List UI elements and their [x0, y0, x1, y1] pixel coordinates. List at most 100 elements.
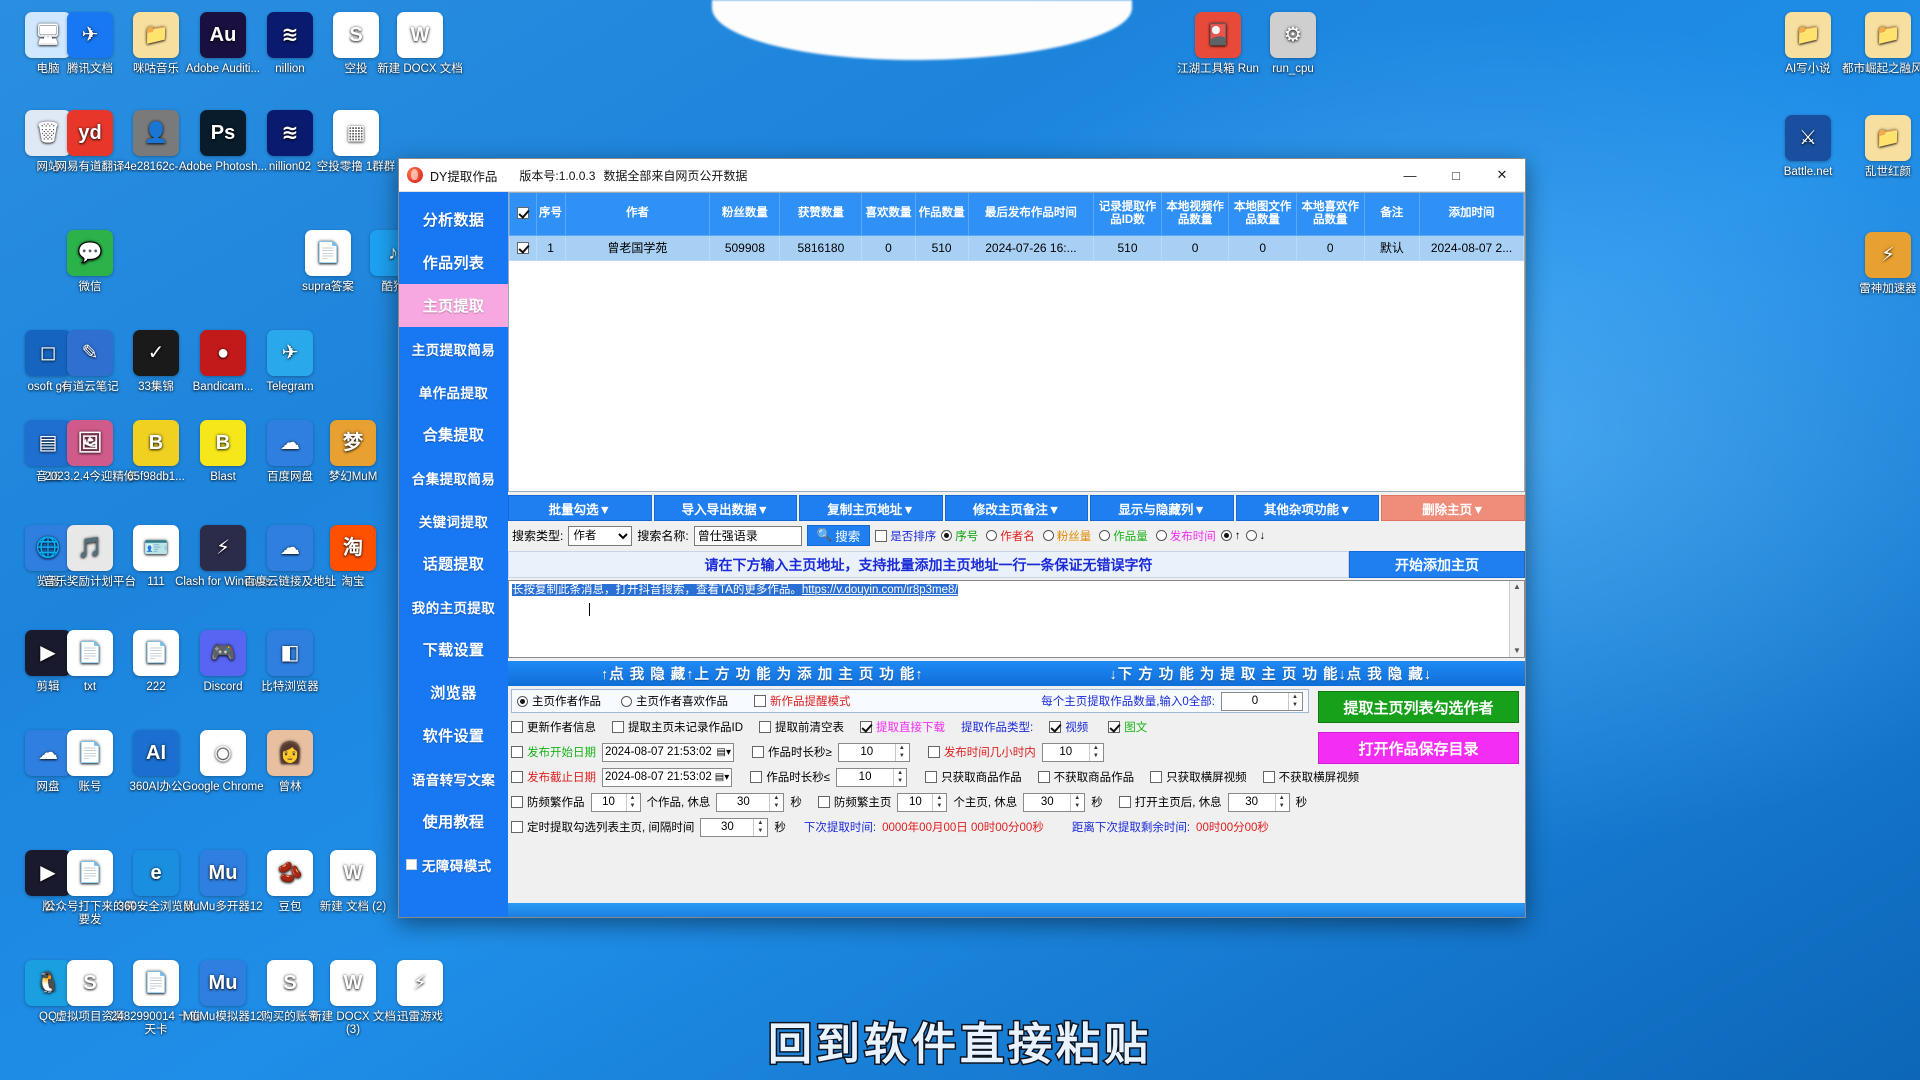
extract-unrecorded-checkbox[interactable]: [612, 721, 624, 733]
update-author-checkbox[interactable]: [511, 721, 523, 733]
duration-gte-stepper[interactable]: ▲▼: [837, 742, 910, 762]
sidebar-item-2[interactable]: 主页提取: [399, 284, 508, 327]
type-video-checkbox[interactable]: [1049, 721, 1062, 733]
sort-toggle[interactable]: 是否排序: [875, 528, 936, 544]
sort-option-radio-1[interactable]: [986, 530, 998, 541]
sidebar-item-5[interactable]: 合集提取: [399, 413, 508, 456]
only-goods-toggle[interactable]: 只获取商品作品: [925, 769, 1022, 785]
hours-within-stepper[interactable]: ▲▼: [1041, 742, 1104, 762]
toolbar-button-5[interactable]: 其他杂项功能▼: [1235, 495, 1380, 521]
search-button[interactable]: 🔍 搜索: [806, 525, 871, 546]
anti-freq-works-count-input[interactable]: [591, 793, 626, 811]
only-goods-checkbox[interactable]: [925, 771, 938, 783]
after-open-toggle[interactable]: 打开主页后, 休息: [1118, 794, 1222, 810]
type-image-checkbox[interactable]: [1108, 721, 1121, 733]
home-rest-input[interactable]: [1024, 793, 1071, 811]
stepper-up-icon[interactable]: ▲: [1289, 693, 1301, 702]
desktop-icon[interactable]: 梦梦幻MuM: [305, 420, 401, 484]
sort-option-0[interactable]: 序号: [941, 528, 978, 544]
table-header-cell-6[interactable]: 作品数量: [914, 193, 969, 236]
toolbar-button-2[interactable]: 复制主页地址▼: [799, 495, 943, 521]
anti-freq-works-toggle[interactable]: 防频繁作品: [511, 794, 585, 810]
start-date-picker[interactable]: 2024-08-07 21:53:02 ▤▾: [602, 742, 734, 762]
stepper-down-icon[interactable]: ▼: [1071, 802, 1083, 811]
table-header-cell-7[interactable]: 最后发布作品时间: [967, 193, 1095, 236]
stepper-up-icon[interactable]: ▲: [896, 744, 908, 753]
radio-author-likes[interactable]: 主页作者喜欢作品: [621, 693, 728, 709]
toolbar-button-0[interactable]: 批量勾选▼: [508, 495, 652, 521]
sort-desc-option[interactable]: ↓: [1245, 530, 1265, 542]
no-goods-checkbox[interactable]: [1037, 771, 1050, 783]
desktop-icon[interactable]: ⚙ run_cpu: [1245, 12, 1341, 76]
type-video-toggle[interactable]: 视频: [1049, 719, 1088, 735]
stepper-up-icon[interactable]: ▲: [1276, 794, 1288, 803]
extract-selected-authors-button[interactable]: 提取主页列表勾选作者: [1318, 691, 1519, 723]
duration-gte-arrows[interactable]: ▲ ▼: [894, 743, 908, 761]
sidebar-item-9[interactable]: 我的主页提取: [399, 585, 508, 628]
sort-option-radio-4[interactable]: [1155, 530, 1167, 541]
minimize-button[interactable]: —: [1387, 159, 1433, 192]
sidebar-item-1[interactable]: 作品列表: [399, 241, 508, 284]
stepper-down-icon[interactable]: ▼: [894, 777, 906, 786]
duration-lte-input[interactable]: [837, 768, 894, 786]
timer-checkbox[interactable]: [511, 821, 523, 833]
timer-toggle[interactable]: 定时提取勾选列表主页, 间隔时间: [511, 819, 694, 835]
sort-option-3[interactable]: 作品量: [1099, 528, 1148, 544]
extract-unrecorded-toggle[interactable]: 提取主页未记录作品ID: [612, 719, 743, 735]
stepper-up-icon[interactable]: ▲: [1090, 744, 1102, 753]
home-rest-arrows[interactable]: ▲ ▼: [1070, 793, 1083, 811]
table-header-cell-10[interactable]: 本地图文作品数量: [1228, 193, 1297, 236]
works-rest-arrows[interactable]: ▲ ▼: [769, 793, 782, 811]
table-header-cell-2[interactable]: 作者: [564, 193, 711, 236]
after-open-checkbox[interactable]: [1118, 796, 1131, 808]
stepper-up-icon[interactable]: ▲: [894, 769, 906, 778]
sort-option-radio-0[interactable]: [941, 530, 953, 541]
timer-arrows[interactable]: ▲ ▼: [753, 818, 766, 836]
toolbar-button-4[interactable]: 显示与隐藏列▼: [1090, 495, 1234, 521]
author-likes-radio[interactable]: [621, 695, 632, 707]
stepper-up-icon[interactable]: ▲: [754, 819, 766, 828]
stepper-down-icon[interactable]: ▼: [754, 827, 766, 836]
sidebar-item-10[interactable]: 下载设置: [399, 628, 508, 671]
anti-freq-home-checkbox[interactable]: [817, 796, 830, 808]
timer-stepper[interactable]: ▲▼: [700, 817, 769, 837]
scroll-down-icon[interactable]: ▼: [1513, 645, 1521, 657]
close-button[interactable]: ✕: [1479, 159, 1525, 192]
end-date-toggle[interactable]: 发布截止日期: [511, 769, 596, 785]
stepper-down-icon[interactable]: ▼: [1090, 752, 1102, 761]
sidebar-item-4[interactable]: 单作品提取: [399, 370, 508, 413]
stepper-down-icon[interactable]: ▼: [1289, 701, 1301, 710]
stepper-down-icon[interactable]: ▼: [896, 752, 908, 761]
after-open-arrows[interactable]: ▲ ▼: [1274, 793, 1288, 811]
toolbar-button-1[interactable]: 导入导出数据▼: [653, 495, 798, 521]
update-author-toggle[interactable]: 更新作者信息: [511, 719, 596, 735]
table-header-cell-12[interactable]: 备注: [1363, 193, 1421, 236]
sort-option-2[interactable]: 粉丝量: [1042, 528, 1091, 544]
sidebar-item-8[interactable]: 话题提取: [399, 542, 508, 585]
hours-within-arrows[interactable]: ▲ ▼: [1088, 743, 1102, 761]
duration-gte-toggle[interactable]: 作品时长秒≥: [752, 744, 832, 760]
desktop-icon[interactable]: ⚡ 雷神加速器: [1840, 232, 1920, 296]
search-name-input[interactable]: [693, 525, 802, 546]
table-header-cell-0[interactable]: [509, 193, 537, 236]
no-goods-toggle[interactable]: 不获取商品作品: [1037, 769, 1134, 785]
sidebar-item-13[interactable]: 语音转写文案: [399, 757, 508, 800]
works-rest-stepper[interactable]: ▲▼: [716, 792, 785, 812]
start-date-checkbox[interactable]: [511, 746, 523, 758]
sidebar-item-3[interactable]: 主页提取简易: [399, 327, 508, 370]
hours-within-input[interactable]: [1042, 743, 1089, 761]
home-count-arrows[interactable]: ▲ ▼: [932, 793, 945, 811]
sidebar-item-accessibility[interactable]: 无障碍模式: [399, 843, 508, 886]
table-header-cell-1[interactable]: 序号: [535, 193, 566, 236]
desktop-icon[interactable]: 💬 微信: [42, 230, 138, 294]
type-image-toggle[interactable]: 图文: [1108, 719, 1147, 735]
table-header-cell-9[interactable]: 本地视频作品数量: [1160, 193, 1230, 236]
anti-freq-works-count-stepper[interactable]: ▲▼: [590, 792, 641, 812]
radio-author-works[interactable]: 主页作者作品: [517, 693, 601, 709]
after-open-stepper[interactable]: ▲▼: [1227, 792, 1290, 812]
end-date-picker[interactable]: 2024-08-07 21:53:02 ▤▾: [602, 767, 733, 787]
desktop-icon[interactable]: W 新建 文档 (2): [305, 850, 401, 914]
extract-count-arrows[interactable]: ▲ ▼: [1288, 692, 1301, 710]
desktop-icon[interactable]: ▦ 空投零撸 1群群: [308, 110, 404, 174]
timer-input[interactable]: [701, 818, 754, 836]
